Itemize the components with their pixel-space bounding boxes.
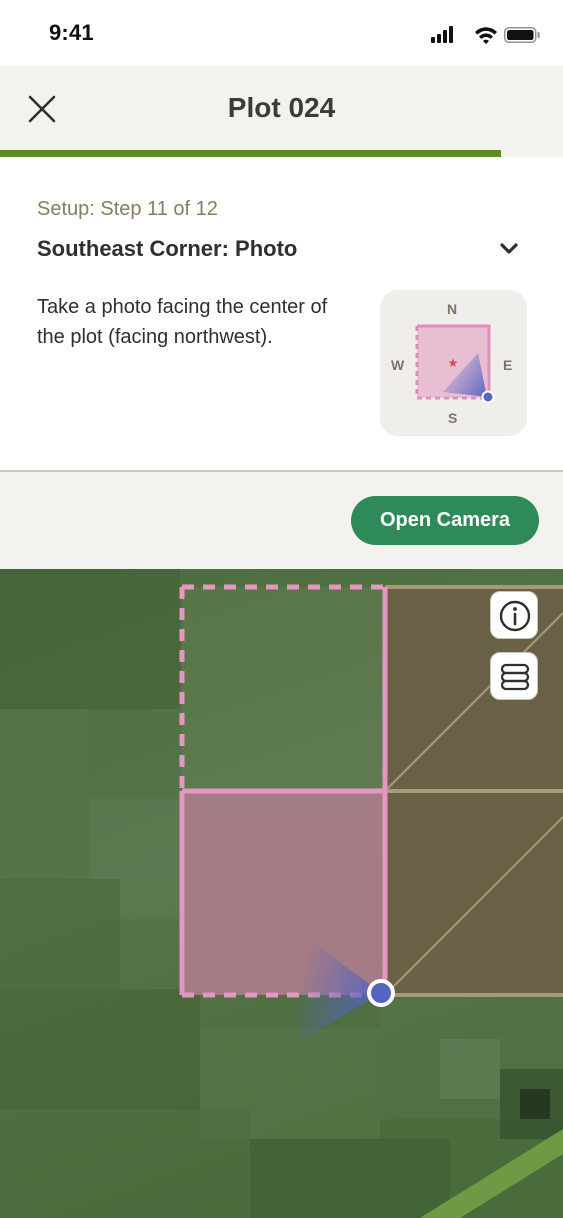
layers-icon [500,663,530,691]
step-panel: Setup: Step 11 of 12 Southeast Corner: P… [0,157,563,470]
location-dot [481,390,495,404]
step-description: Take a photo facing the center of the pl… [37,296,328,348]
step-label: Setup: Step 11 of 12 [37,198,218,220]
compass-diagram: N S E W ★ [380,290,527,436]
open-camera-button[interactable]: Open Camera [351,496,539,545]
progress-bar [0,150,563,157]
chevron-down-icon[interactable] [497,237,521,261]
wifi-icon [475,27,497,44]
header: Plot 024 [0,66,563,152]
current-plot [182,791,385,995]
status-time: 9:41 [49,20,94,45]
action-bar: Open Camera [0,470,563,569]
layers-button[interactable] [490,652,538,700]
compass-plot-graphic: ★ [415,324,495,404]
status-bar: 9:41 [0,0,563,66]
location-dot [367,979,395,1007]
step-title: Southeast Corner: Photo [37,236,298,261]
center-star-icon: ★ [448,356,459,370]
page-title: Plot 024 [227,92,336,123]
status-icons [431,26,540,44]
satellite-map [0,569,563,1218]
battery-icon [504,27,540,43]
progress-bar-fill [0,150,501,157]
info-icon [499,600,531,632]
map-view[interactable] [0,569,563,1218]
info-button[interactable] [490,591,538,639]
cellular-signal-icon [431,26,453,43]
